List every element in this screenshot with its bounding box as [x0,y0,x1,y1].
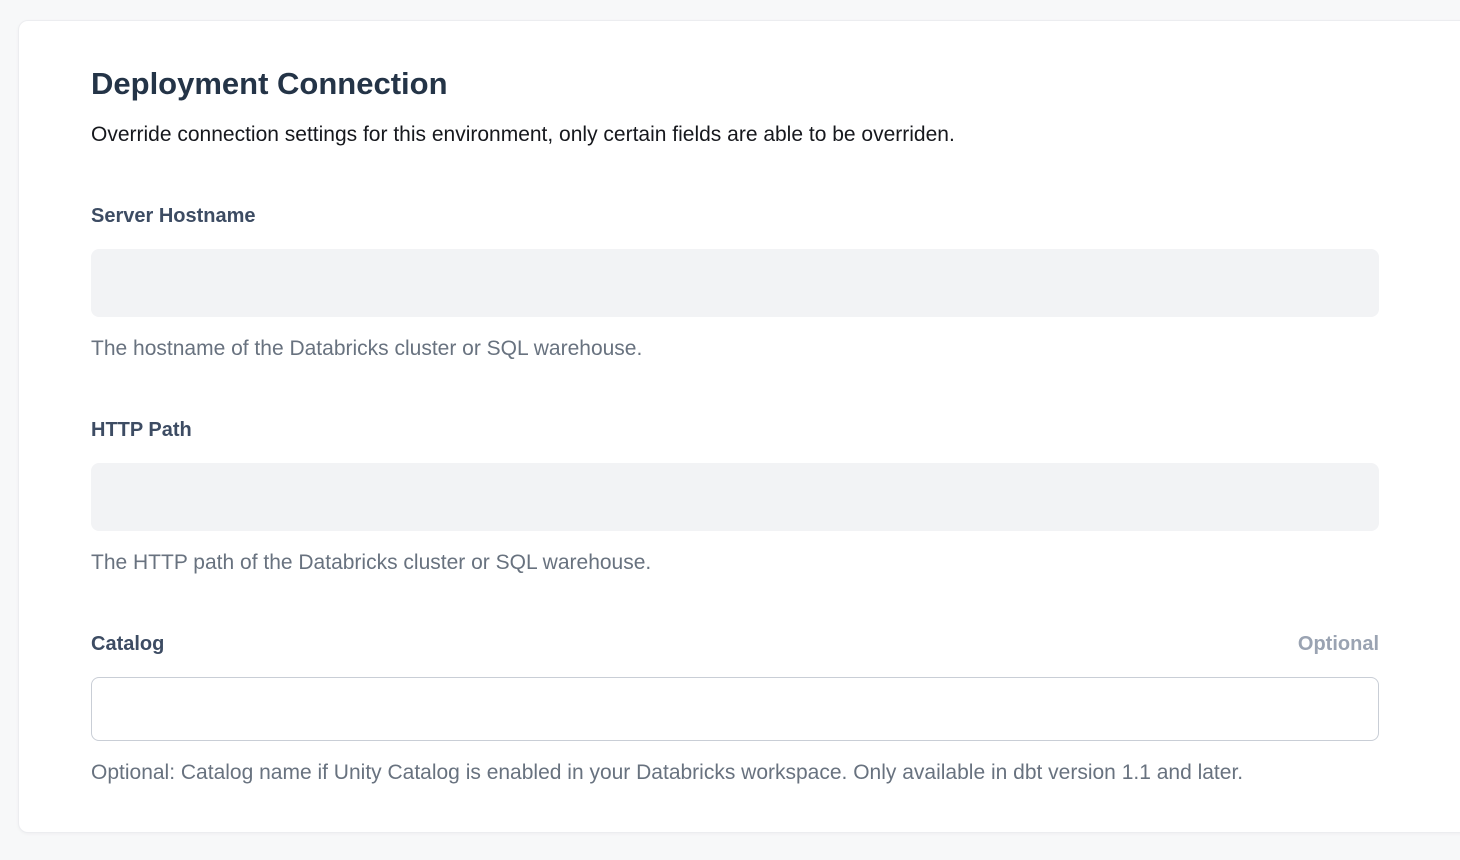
http-path-label-row: HTTP Path [91,417,1379,443]
catalog-label: Catalog [91,631,164,657]
server-hostname-label-row: Server Hostname [91,203,1379,229]
settings-page: { "header": { "title": "Deployment Conne… [0,0,1460,860]
http-path-helper-text: The HTTP path of the Databricks cluster … [91,549,1379,577]
field-http-path: HTTP Path The HTTP path of the Databrick… [91,417,1379,577]
catalog-input[interactable] [91,677,1379,741]
http-path-label: HTTP Path [91,417,192,443]
catalog-helper-text: Optional: Catalog name if Unity Catalog … [91,759,1379,787]
catalog-label-row: Catalog Optional [91,631,1379,657]
field-catalog: Catalog Optional Optional: Catalog name … [91,631,1379,787]
deployment-connection-card: Deployment Connection Override connectio… [18,20,1460,833]
server-hostname-label: Server Hostname [91,203,256,229]
catalog-optional-badge: Optional [1298,631,1379,657]
page-subtitle: Override connection settings for this en… [91,121,1460,149]
http-path-input [91,463,1379,531]
server-hostname-input [91,249,1379,317]
field-server-hostname: Server Hostname The hostname of the Data… [91,203,1379,363]
server-hostname-helper-text: The hostname of the Databricks cluster o… [91,335,1379,363]
page-title: Deployment Connection [91,65,1460,103]
